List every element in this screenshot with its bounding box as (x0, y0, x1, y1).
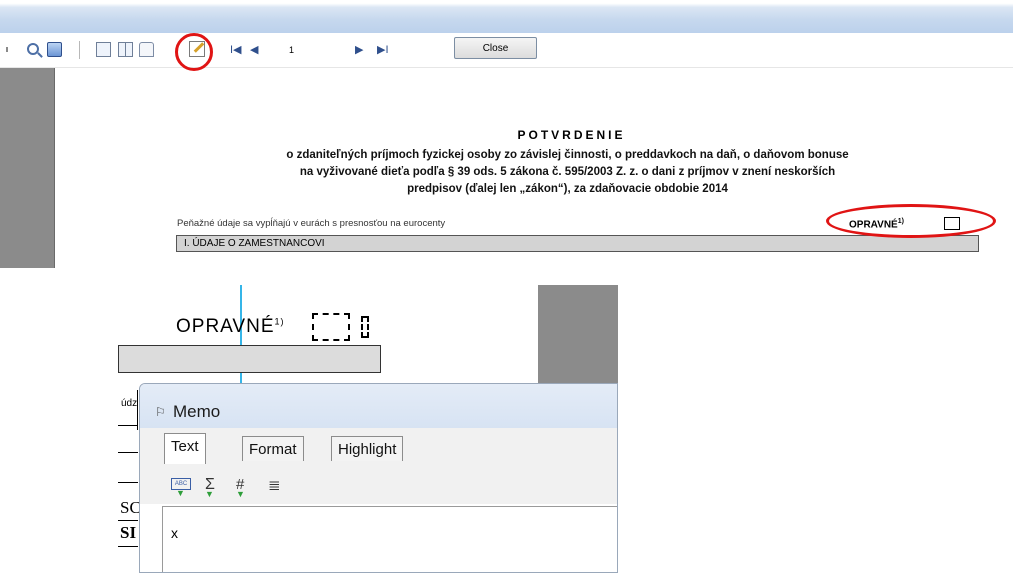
highlight-ring-opravne (826, 204, 996, 238)
spell-check-icon[interactable]: ABC (171, 478, 191, 498)
page-view-icon[interactable] (47, 42, 62, 57)
opravne-footnote: 1) (274, 316, 285, 327)
single-page-icon[interactable] (96, 42, 111, 57)
section-header-bar-zoomed (118, 345, 381, 373)
subtitle-line: predpisov (ďalej len „zákon“), za zdaňov… (407, 183, 728, 195)
designer-gray-area (538, 285, 618, 383)
memo-text-editor[interactable] (162, 506, 617, 572)
table-line (137, 390, 138, 430)
next-page-icon[interactable]: ▶ (355, 43, 363, 56)
two-pages-icon[interactable] (118, 42, 133, 57)
tab-highlight[interactable]: Highlight (331, 436, 404, 461)
selection-handle[interactable] (361, 316, 369, 338)
table-line (118, 452, 138, 453)
tab-format[interactable]: Format (242, 436, 304, 461)
table-line (118, 520, 138, 521)
document-subtitle: o zdaniteľných príjmoch fyzickej osoby z… (160, 147, 975, 198)
prev-page-icon[interactable]: ◀ (250, 43, 258, 56)
tab-text[interactable]: Text (164, 433, 206, 464)
memo-title: Memo (173, 402, 221, 421)
field-label-sc: SC (120, 498, 141, 517)
close-button[interactable]: Close (454, 37, 537, 59)
last-page-icon[interactable]: ▶I (377, 43, 389, 56)
toolbar-grip (6, 47, 8, 52)
viewer-background (0, 68, 54, 268)
hash-icon[interactable]: # (236, 476, 245, 499)
field-label-si: SI (120, 523, 137, 542)
bookmark-icon[interactable] (139, 42, 154, 57)
memo-window-icon: ⚐ (155, 405, 166, 419)
page-number-input[interactable]: 1 (282, 41, 337, 58)
table-line (118, 425, 138, 426)
field-label-udz: údz (121, 398, 138, 409)
memo-editor-content: x (171, 525, 178, 541)
toolbar-separator (79, 41, 80, 59)
highlight-ring-edit (175, 33, 213, 71)
subtitle-line: na vyživované dieťa podľa § 39 ods. 5 zá… (299, 166, 836, 178)
memo-dialog: ⚐ Memo Text Format Highlight ABC Σ # ≣ x (139, 383, 618, 573)
first-page-icon[interactable]: I◀ (230, 43, 242, 56)
opravne-text: OPRAVNÉ (176, 316, 275, 337)
selected-checkbox-object[interactable] (312, 313, 350, 341)
opravne-label-zoomed: OPRAVNÉ1) (176, 316, 285, 338)
table-line (118, 482, 138, 483)
subtitle-line: o zdaniteľných príjmoch fyzickej osoby z… (286, 149, 849, 161)
sum-icon[interactable]: Σ (205, 476, 215, 499)
table-line (118, 546, 138, 547)
viewer-toolbar: I◀ ◀ 1 ▶ ▶I Close (0, 33, 1013, 68)
zoom-icon[interactable] (27, 43, 39, 55)
align-icon[interactable]: ≣ (268, 476, 281, 494)
window-titlebar (0, 0, 1013, 33)
document-heading: POTVRDENIE (517, 128, 626, 142)
section-header-label: I. ÚDAJE O ZAMESTNANCOVI (184, 238, 325, 249)
currency-note: Peňažné údaje sa vypĺňajú v eurách s pre… (177, 218, 446, 229)
report-viewer: I◀ ◀ 1 ▶ ▶I Close POTVRDENIE o zdaniteľn… (0, 0, 1013, 268)
